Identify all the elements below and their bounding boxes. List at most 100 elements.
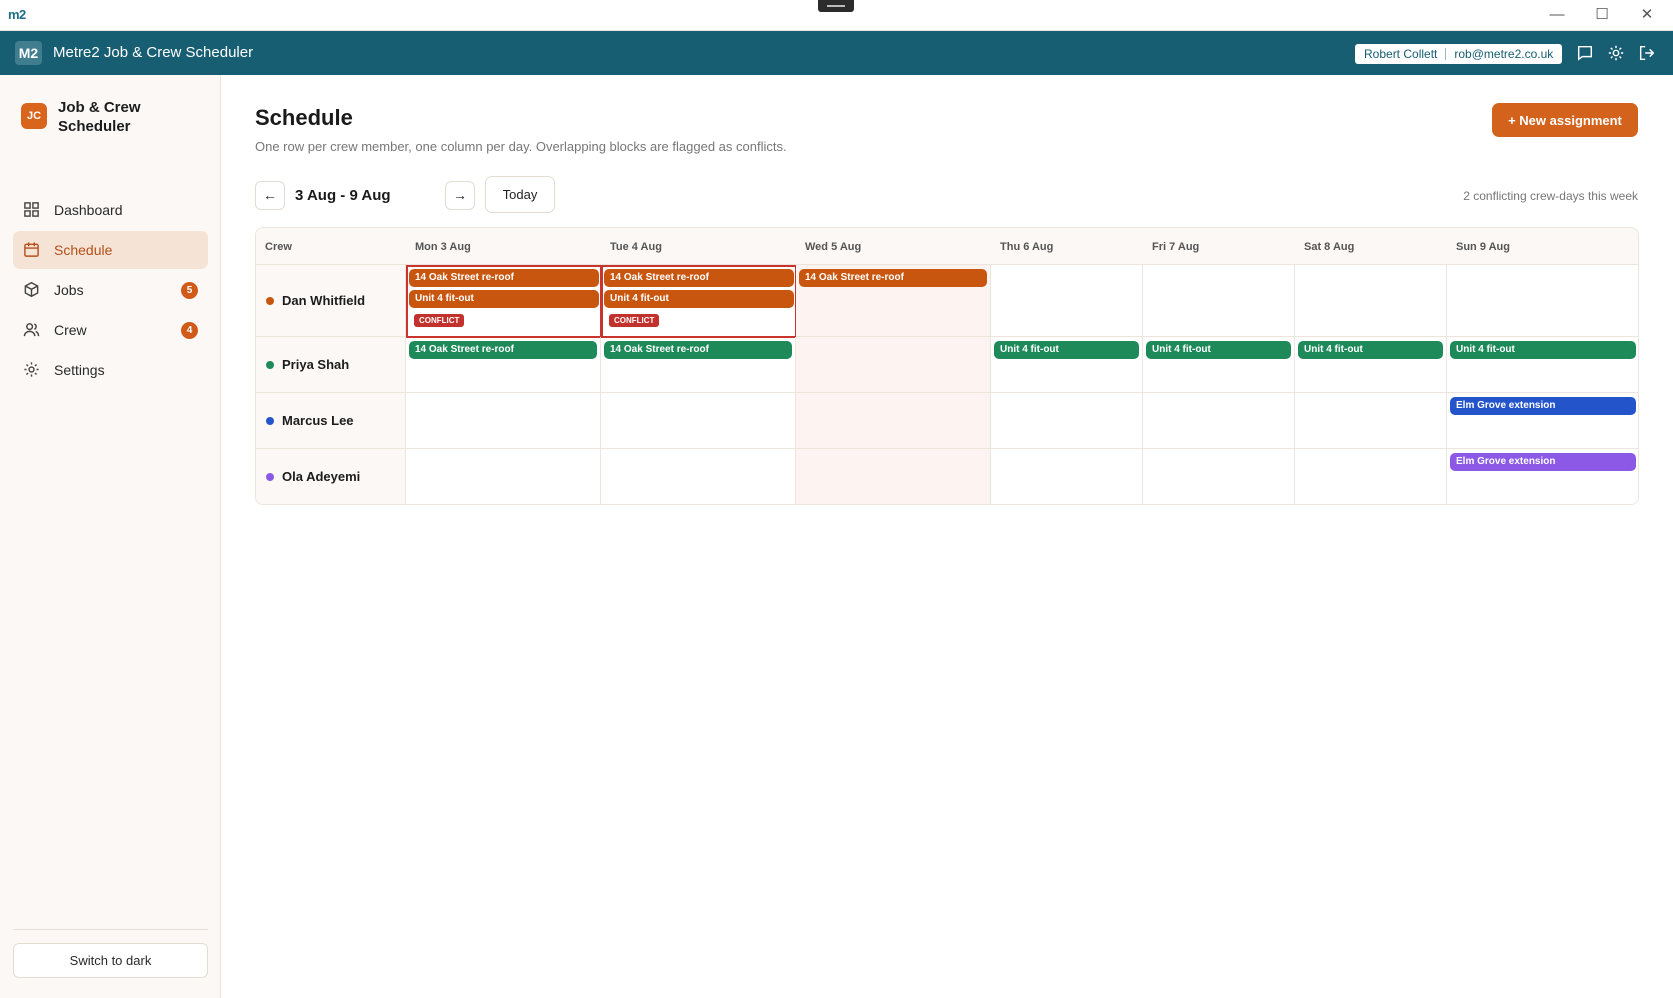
assignment-block[interactable]: 14 Oak Street re-roof [409,269,599,287]
minimize-icon[interactable]: — [1546,6,1568,24]
crew-column-header: Crew [256,228,407,265]
schedule-cell[interactable] [1143,265,1295,337]
schedule-cell[interactable] [796,393,991,449]
schedule-cell[interactable]: 14 Oak Street re-roof [796,265,991,337]
day-column-header: Thu 6 Aug [991,228,1144,265]
assignment-block[interactable]: 14 Oak Street re-roof [604,341,792,359]
window-logo: m2 [8,7,26,22]
day-column-header: Fri 7 Aug [1143,228,1296,265]
schedule-cell[interactable] [1295,393,1447,449]
schedule-cell[interactable] [991,393,1143,449]
assignment-block[interactable]: Elm Grove extension [1450,397,1636,415]
crew-name: Priya Shah [282,357,350,372]
page-subtitle: One row per crew member, one column per … [255,139,787,154]
assignment-block[interactable]: Unit 4 fit-out [409,290,599,308]
close-icon[interactable]: ✕ [1636,6,1658,24]
assignment-block[interactable]: 14 Oak Street re-roof [799,269,987,287]
gear-icon[interactable] [1607,44,1625,62]
schedule-cell[interactable] [1143,449,1295,504]
assignment-block[interactable]: 14 Oak Street re-roof [409,341,597,359]
user-chip[interactable]: Robert Collett rob@metre2.co.uk [1355,44,1563,64]
dashboard-icon [23,201,41,219]
sidebar-item-jobs[interactable]: Jobs 5 [13,271,208,309]
os-title-bar: m2 — ☐ ✕ [0,0,1673,31]
page-title: Schedule [255,105,353,130]
schedule-cell[interactable]: 14 Oak Street re-roof [601,337,796,393]
schedule-cell[interactable] [601,393,796,449]
previous-week-button[interactable]: ← [255,181,285,210]
sidebar-nav: Dashboard Schedule Jobs 5 Crew 4 Setting… [13,191,208,391]
schedule-cell[interactable] [991,449,1143,504]
schedule-cell[interactable]: Elm Grove extension [1447,393,1638,449]
user-name: Robert Collett [1364,47,1438,61]
day-column-header: Sat 8 Aug [1295,228,1448,265]
assignment-block[interactable]: Unit 4 fit-out [994,341,1139,359]
box-icon [23,281,41,299]
assignment-block[interactable]: Elm Grove extension [1450,453,1636,471]
crew-row-header: Ola Adeyemi [256,449,406,504]
schedule-cell[interactable] [406,449,601,504]
sidebar-item-label: Crew [54,322,87,338]
assignment-block[interactable]: Unit 4 fit-out [1298,341,1443,359]
week-range-label: 3 Aug - 9 Aug [295,187,391,204]
crew-count-badge: 4 [181,322,198,339]
sidebar-item-dashboard[interactable]: Dashboard [13,191,208,229]
schedule-cell[interactable]: Elm Grove extension [1447,449,1638,504]
gear-icon [23,361,41,379]
schedule-cell[interactable] [1295,449,1447,504]
today-button[interactable]: Today [485,176,555,213]
assignment-block[interactable]: Unit 4 fit-out [1450,341,1636,359]
sidebar-item-schedule[interactable]: Schedule [13,231,208,269]
assignment-block[interactable]: Unit 4 fit-out [604,290,794,308]
next-week-button[interactable]: → [445,181,475,210]
schedule-cell[interactable]: Unit 4 fit-out [1143,337,1295,393]
maximize-icon[interactable]: ☐ [1591,6,1613,24]
user-email: rob@metre2.co.uk [1454,47,1554,61]
schedule-cell[interactable] [406,393,601,449]
new-assignment-button[interactable]: + New assignment [1492,103,1638,137]
crew-color-dot [266,296,274,305]
schedule-cell[interactable] [1447,265,1638,337]
crew-name: Marcus Lee [282,413,354,428]
crew-name: Dan Whitfield [282,293,366,308]
schedule-cell[interactable] [991,265,1143,337]
day-column-header: Tue 4 Aug [601,228,797,265]
schedule-cell-conflict[interactable]: 14 Oak Street re-roof Unit 4 fit-out CONFL… [406,265,602,338]
schedule-cell[interactable] [601,449,796,504]
sidebar-item-label: Schedule [54,242,113,258]
crew-row-header: Marcus Lee [256,393,406,449]
app-header: M2 Metre2 Job & Crew Scheduler Robert Co… [0,31,1673,75]
schedule-cell[interactable]: Unit 4 fit-out [1447,337,1638,393]
day-column-header: Mon 3 Aug [406,228,602,265]
app-title: Metre2 Job & Crew Scheduler [53,44,254,61]
day-column-header: Wed 5 Aug [796,228,992,265]
sidebar-item-label: Jobs [54,282,84,298]
switch-theme-button[interactable]: Switch to dark [13,943,208,978]
schedule-cell[interactable] [1143,393,1295,449]
schedule-cell[interactable] [1295,265,1447,337]
window-drag-handle[interactable] [818,0,854,12]
assignment-block[interactable]: 14 Oak Street re-roof [604,269,794,287]
schedule-cell[interactable] [796,337,991,393]
crew-name: Ola Adeyemi [282,469,361,484]
sidebar-item-settings[interactable]: Settings [13,351,208,389]
calendar-icon [23,241,41,259]
sidebar-divider [13,929,208,930]
schedule-cell[interactable]: 14 Oak Street re-roof [406,337,601,393]
assignment-block[interactable]: Unit 4 fit-out [1146,341,1291,359]
users-icon [23,321,41,339]
conflict-badge: CONFLICT [414,314,465,327]
sidebar-item-crew[interactable]: Crew 4 [13,311,208,349]
logout-icon[interactable] [1638,44,1656,62]
schedule-cell-conflict[interactable]: 14 Oak Street re-roof Unit 4 fit-out CONFL… [601,265,797,338]
crew-color-dot [266,360,274,369]
schedule-cell[interactable] [796,449,991,504]
schedule-cell[interactable]: Unit 4 fit-out [991,337,1143,393]
app-logo: M2 [15,41,42,65]
conflict-summary: 2 conflicting crew-days this week [1463,189,1638,203]
schedule-cell[interactable]: Unit 4 fit-out [1295,337,1447,393]
user-chip-divider [1445,48,1447,60]
brand-name: Job & Crew Scheduler [58,99,141,135]
day-column-header: Sun 9 Aug [1447,228,1638,265]
chat-icon[interactable] [1576,44,1594,62]
